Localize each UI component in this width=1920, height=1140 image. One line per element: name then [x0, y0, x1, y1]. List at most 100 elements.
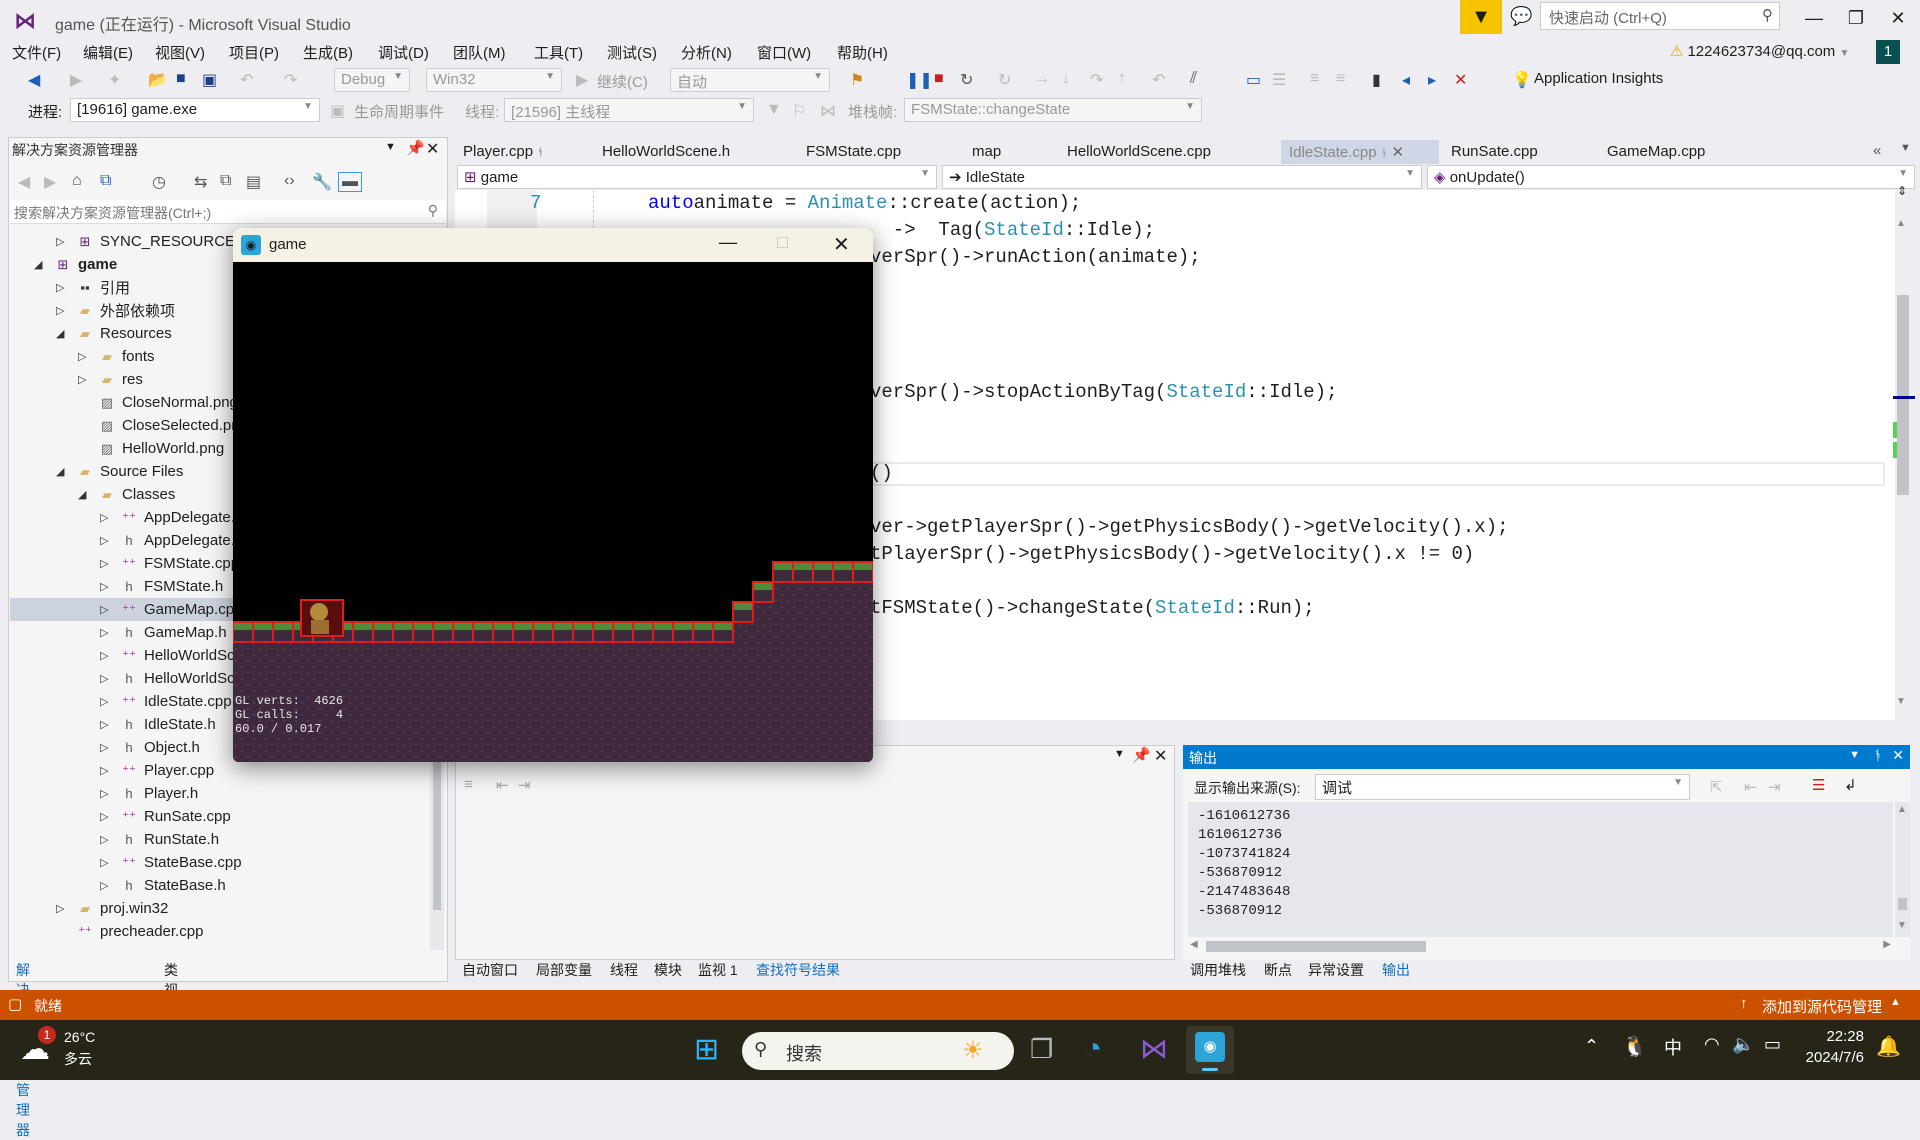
refresh-icon[interactable]: ↻	[998, 70, 1011, 90]
uncomment-icon[interactable]: ≡	[1336, 70, 1345, 88]
step-into-icon[interactable]: ↓	[1062, 70, 1070, 88]
menu-debug[interactable]: 调试(D)	[378, 42, 429, 63]
menu-view[interactable]: 视图(V)	[155, 42, 205, 63]
menu-team[interactable]: 团队(M)	[453, 42, 506, 63]
filter-icon[interactable]: ▼	[766, 101, 782, 119]
menu-test[interactable]: 测试(S)	[607, 42, 657, 63]
menu-help[interactable]: 帮助(H)	[837, 42, 888, 63]
tab-map[interactable]: map	[964, 140, 1009, 164]
account-badge[interactable]: 1	[1876, 40, 1900, 64]
scroll-right-icon[interactable]: ▶	[1883, 939, 1891, 950]
next-icon[interactable]: ⇥	[518, 776, 531, 794]
tree-item[interactable]: ▷ ⁺⁺ Player.cpp	[10, 759, 435, 782]
panel-menu-icon[interactable]: ▼	[385, 141, 396, 153]
pin-icon[interactable]: ᚬ	[537, 147, 544, 159]
scroll-left-icon[interactable]: ◀	[1190, 939, 1198, 950]
show-next-statement-icon[interactable]: →	[1034, 70, 1050, 88]
project-nav-select[interactable]: ⊞ game ▼	[457, 165, 937, 189]
tab-threads[interactable]: 线程	[610, 960, 638, 980]
properties-wrench-icon[interactable]: 🔧	[312, 172, 332, 192]
collapsed-arrow-icon[interactable]: ▷	[100, 741, 118, 754]
clear-bookmarks-icon[interactable]: ✕	[1454, 70, 1467, 90]
scroll-thumb[interactable]	[1898, 898, 1907, 910]
game-window-title-bar[interactable]: ◉ game — □ ✕	[233, 228, 873, 262]
visual-studio-taskbar-icon[interactable]: ⋈	[1140, 1032, 1168, 1065]
collapsed-arrow-icon[interactable]: ▷	[100, 580, 118, 593]
scroll-thumb[interactable]	[1206, 941, 1426, 952]
clock-date[interactable]: 2024/7/6	[1796, 1049, 1864, 1066]
platform-select[interactable]: Win32 ▼	[426, 68, 562, 92]
switch-views-icon[interactable]: ⧉	[100, 172, 111, 190]
collapsed-arrow-icon[interactable]: ▷	[100, 626, 118, 639]
pause-icon[interactable]: ❚❚	[906, 70, 933, 90]
prev-bookmark-icon[interactable]: ◂	[1402, 70, 1410, 90]
threads-toggle-icon[interactable]: ⋈	[820, 101, 836, 121]
expanded-arrow-icon[interactable]: ◢	[56, 465, 74, 478]
undo-icon[interactable]: ↶	[240, 70, 253, 90]
expanded-arrow-icon[interactable]: ◢	[56, 327, 74, 340]
undo-step-icon[interactable]: ↶	[1152, 70, 1165, 90]
tree-item[interactable]: ⁺⁺ precheader.cpp	[10, 920, 435, 943]
tab-gamemap-cpp[interactable]: GameMap.cpp	[1599, 140, 1713, 164]
flag-thread-icon[interactable]: ⚐	[792, 101, 806, 121]
collapsed-arrow-icon[interactable]: ▷	[100, 879, 118, 892]
tree-item[interactable]: ▷ h RunState.h	[10, 828, 435, 851]
ime-indicator[interactable]: 中	[1664, 1034, 1682, 1060]
tree-item[interactable]: ▷ ⁺⁺ StateBase.cpp	[10, 851, 435, 874]
redo-icon[interactable]: ↷	[284, 70, 297, 90]
tab-player-cpp[interactable]: Player.cpp ᚬ	[455, 140, 552, 164]
game-window[interactable]: ◉ game — □ ✕ GL verts: 4626 GL calls: 4 …	[233, 228, 873, 762]
minimize-button[interactable]: —	[1796, 4, 1832, 32]
open-file-icon[interactable]: 📂	[148, 70, 168, 90]
step-out-icon[interactable]: ↑	[1118, 70, 1126, 88]
member-nav-select[interactable]: ◈ onUpdate() ▼	[1427, 165, 1915, 189]
windows-start-icon[interactable]: ⊞	[694, 1032, 719, 1067]
close-tab-icon[interactable]: ✕	[1392, 144, 1405, 161]
word-wrap-icon[interactable]: ↲	[1844, 776, 1857, 794]
collapsed-arrow-icon[interactable]: ▷	[100, 856, 118, 869]
edge-icon[interactable]: ◔	[1084, 1032, 1102, 1066]
collapsed-arrow-icon[interactable]: ▷	[100, 718, 118, 731]
configuration-select[interactable]: Debug ▼	[334, 68, 410, 92]
scroll-up-icon[interactable]: ▲	[1896, 218, 1906, 229]
pin-icon[interactable]: 📌	[1132, 746, 1151, 764]
scroll-up-icon[interactable]: ▲	[1897, 804, 1907, 815]
taskbar-search-box[interactable]: ⚲ 搜索 ☀	[742, 1032, 1014, 1070]
scroll-down-icon[interactable]: ▼	[1897, 920, 1907, 931]
menu-analyze[interactable]: 分析(N)	[681, 42, 732, 63]
scroll-down-icon[interactable]: ▼	[1896, 696, 1906, 707]
next-bookmark-icon[interactable]: ▸	[1428, 70, 1436, 90]
view-code-icon[interactable]: ‹›	[284, 172, 295, 190]
sync-icon[interactable]: ⇆	[194, 172, 207, 192]
pin-icon[interactable]: 📌	[406, 139, 425, 157]
expanded-arrow-icon[interactable]: ◢	[78, 488, 96, 501]
tab-idlestate-cpp[interactable]: IdleState.cpp ᚬ ✕	[1281, 140, 1439, 164]
close-panel-icon[interactable]: ✕	[426, 139, 439, 159]
collapsed-arrow-icon[interactable]: ▷	[56, 235, 74, 248]
new-project-icon[interactable]: ✦	[108, 70, 121, 90]
notification-flag-icon[interactable]: ▼	[1460, 0, 1502, 34]
game-maximize-button[interactable]: □	[777, 232, 788, 253]
tab-breakpoints[interactable]: 断点	[1264, 960, 1292, 980]
tab-overflow-icon[interactable]: «	[1873, 142, 1881, 159]
collapsed-arrow-icon[interactable]: ▷	[100, 511, 118, 524]
feedback-icon[interactable]: 💬	[1510, 6, 1532, 27]
output-source-select[interactable]: 调试 ▼	[1315, 774, 1690, 800]
game-minimize-button[interactable]: —	[719, 232, 737, 253]
application-insights-button[interactable]: Application Insights	[1534, 70, 1663, 87]
task-view-icon[interactable]: ❐	[1030, 1034, 1053, 1065]
pin-icon[interactable]: ᚬ	[1874, 747, 1882, 763]
panel-menu-icon[interactable]: ▼	[1114, 748, 1125, 760]
save-all-icon[interactable]: ▣	[202, 70, 217, 90]
show-all-files-icon[interactable]: ▤	[246, 172, 261, 192]
close-panel-icon[interactable]: ✕	[1154, 746, 1167, 766]
restart-icon[interactable]: ↻	[960, 70, 973, 90]
lifecycle-events-button[interactable]: 生命周期事件	[354, 101, 444, 122]
preview-icon[interactable]: ▬	[338, 172, 362, 192]
output-vertical-scrollbar[interactable]: ▲ ▼	[1895, 802, 1910, 937]
continue-icon[interactable]: ▶	[576, 70, 588, 90]
close-button[interactable]: ✕	[1880, 4, 1916, 32]
scroll-thumb[interactable]	[1897, 295, 1909, 495]
tab-modules[interactable]: 模块	[654, 960, 682, 980]
tab-fsmstate-cpp[interactable]: FSMState.cpp	[798, 140, 909, 164]
